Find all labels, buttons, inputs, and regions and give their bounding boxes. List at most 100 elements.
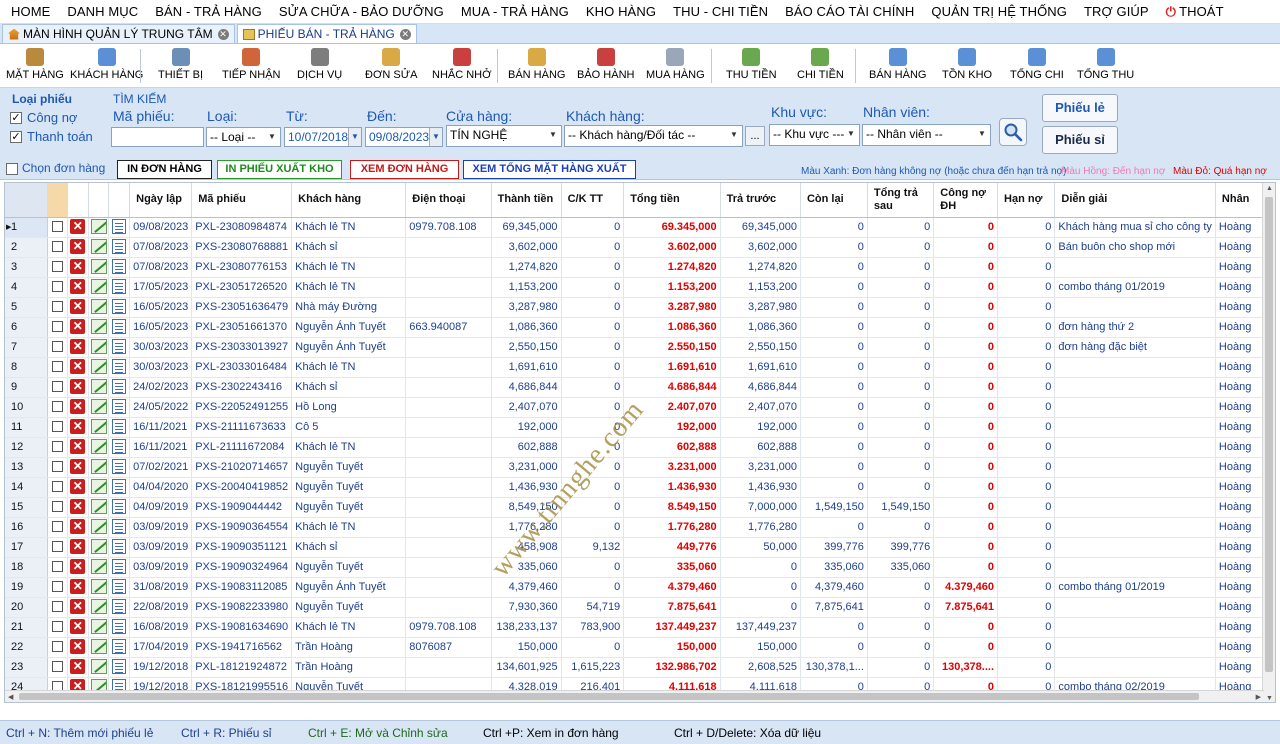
cell-han-no[interactable]: 0: [997, 357, 1056, 378]
cell-khach-hang[interactable]: Khách sỉ: [291, 237, 407, 258]
cell-ngay-lap[interactable]: 17/04/2019: [129, 637, 193, 658]
cell-tong-tra-sau[interactable]: 0: [867, 437, 935, 458]
menu-thoat[interactable]: ⏻ THOÁT: [1158, 4, 1232, 20]
cell-cong-no-dh[interactable]: 0: [933, 517, 999, 538]
delete-icon[interactable]: ✕: [70, 499, 86, 515]
table-row[interactable]: 4 ✕ 17/05/2023 PXL-23051726520 Khách lẻ TN 1,…: [5, 277, 1275, 298]
cell-ngay-lap[interactable]: 30/03/2023: [129, 337, 193, 358]
row-select-checkbox[interactable]: [52, 401, 64, 413]
horizontal-scrollbar[interactable]: ◀ ▶: [5, 690, 1264, 702]
detail-icon-cell[interactable]: [108, 597, 131, 618]
detail-icon[interactable]: [112, 239, 127, 255]
edit-icon-cell[interactable]: [88, 237, 110, 258]
row-number[interactable]: 15: [5, 497, 49, 518]
cell-dien-giai[interactable]: [1054, 377, 1216, 398]
cell-ma-phieu[interactable]: PXS-19082233980: [191, 597, 293, 618]
detail-icon[interactable]: [112, 259, 127, 275]
cell-dien-thoai[interactable]: 8076087: [405, 637, 492, 658]
cell-ngay-lap[interactable]: 16/05/2023: [129, 297, 193, 318]
cell-thanh-tien[interactable]: 3,287,980: [491, 297, 562, 318]
cell-han-no[interactable]: 0: [997, 617, 1056, 638]
header-tra-truoc[interactable]: Trả trước: [720, 183, 801, 218]
cell-dien-thoai[interactable]: [405, 297, 492, 318]
cell-dien-giai[interactable]: [1054, 257, 1216, 278]
edit-icon[interactable]: [90, 419, 107, 435]
delete-icon-cell[interactable]: ✕: [67, 457, 89, 478]
cell-tong-tra-sau[interactable]: 0: [867, 217, 935, 238]
detail-icon[interactable]: [112, 399, 127, 415]
cell-dien-giai[interactable]: Bán buôn cho shop mới: [1054, 237, 1216, 258]
cell-khach-hang[interactable]: Nguyễn Tuyết: [291, 597, 407, 618]
cell-con-lai[interactable]: 335,060: [800, 557, 868, 578]
cell-dien-thoai[interactable]: [405, 557, 492, 578]
toolbar-tong-chi-button[interactable]: TỔNG CHI: [1010, 48, 1064, 86]
edit-icon[interactable]: [90, 439, 107, 455]
cell-dien-giai[interactable]: combo tháng 01/2019: [1054, 277, 1216, 298]
table-row[interactable]: 2 ✕ 07/08/2023 PXS-23080768881 Khách sỉ 3,602…: [5, 237, 1275, 258]
delete-icon[interactable]: ✕: [70, 359, 86, 375]
cell-ck-tt[interactable]: 0: [561, 257, 625, 278]
cell-cong-no-dh[interactable]: 0: [933, 417, 999, 438]
cell-ngay-lap[interactable]: 07/08/2023: [129, 257, 193, 278]
cell-ck-tt[interactable]: 0: [561, 317, 625, 338]
cell-ma-phieu[interactable]: PXS-19090364554: [191, 517, 293, 538]
header-con-lai[interactable]: Còn lại: [800, 183, 868, 218]
cell-khach-hang[interactable]: Nhà máy Đường: [291, 297, 407, 318]
edit-icon[interactable]: [90, 599, 107, 615]
cell-ngay-lap[interactable]: 03/09/2019: [129, 537, 193, 558]
cell-tong-tien[interactable]: 1.436,930: [623, 477, 721, 498]
cell-khach-hang[interactable]: Khách lẻ TN: [291, 257, 407, 278]
row-select-checkbox-cell[interactable]: [47, 477, 68, 498]
row-select-checkbox[interactable]: [52, 261, 64, 273]
detail-icon-cell[interactable]: [108, 377, 131, 398]
detail-icon[interactable]: [112, 659, 127, 675]
cell-ck-tt[interactable]: 0: [561, 637, 625, 658]
row-select-checkbox[interactable]: [52, 521, 64, 533]
detail-icon[interactable]: [112, 379, 127, 395]
khu-vuc-select[interactable]: -- Khu vực --- ▼: [769, 124, 860, 146]
cell-dien-giai[interactable]: đơn hàng đặc biệt: [1054, 337, 1216, 358]
detail-icon[interactable]: [112, 419, 127, 435]
cell-han-no[interactable]: 0: [997, 397, 1056, 418]
cell-dien-thoai[interactable]: [405, 577, 492, 598]
toolbar-dich-vu-button[interactable]: DỊCH VỤ: [297, 48, 342, 86]
row-number[interactable]: 3: [5, 257, 49, 278]
detail-icon[interactable]: [112, 459, 127, 475]
cell-cong-no-dh[interactable]: 0: [933, 237, 999, 258]
cell-tong-tien[interactable]: 137.449,237: [623, 617, 721, 638]
detail-icon[interactable]: [112, 479, 127, 495]
cell-dien-thoai[interactable]: [405, 437, 492, 458]
cell-thanh-tien[interactable]: 69,345,000: [491, 217, 562, 238]
cell-han-no[interactable]: 0: [997, 637, 1056, 658]
row-select-checkbox-cell[interactable]: [47, 597, 68, 618]
delete-icon[interactable]: ✕: [70, 519, 86, 535]
cell-tra-truoc[interactable]: 7,000,000: [720, 497, 801, 518]
cell-dien-thoai[interactable]: 663.940087: [405, 317, 492, 338]
cell-han-no[interactable]: 0: [997, 237, 1056, 258]
cell-tra-truoc[interactable]: 2,550,150: [720, 337, 801, 358]
row-number[interactable]: 20: [5, 597, 49, 618]
cell-ma-phieu[interactable]: PXS-19090324964: [191, 557, 293, 578]
cell-con-lai[interactable]: 0: [800, 257, 868, 278]
edit-icon-cell[interactable]: [88, 297, 110, 318]
delete-icon-cell[interactable]: ✕: [67, 417, 89, 438]
cell-dien-giai[interactable]: [1054, 417, 1216, 438]
cell-tong-tra-sau[interactable]: 0: [867, 417, 935, 438]
cell-tong-tra-sau[interactable]: 0: [867, 477, 935, 498]
cell-khach-hang[interactable]: Khách lẻ TN: [291, 277, 407, 298]
cell-ck-tt[interactable]: 0: [561, 557, 625, 578]
toolbar-report-ban-hang-button[interactable]: BÁN HÀNG: [869, 48, 926, 86]
search-button[interactable]: [999, 118, 1027, 146]
cell-dien-thoai[interactable]: [405, 337, 492, 358]
toolbar-mat-hang-button[interactable]: MẶT HÀNG: [6, 48, 64, 86]
edit-icon-cell[interactable]: [88, 357, 110, 378]
row-select-checkbox-cell[interactable]: [47, 497, 68, 518]
row-number[interactable]: 7: [5, 337, 49, 358]
cell-con-lai[interactable]: 0: [800, 517, 868, 538]
delete-icon-cell[interactable]: ✕: [67, 637, 89, 658]
cell-ma-phieu[interactable]: PXL-21111672084: [191, 437, 293, 458]
menu-bao-cao[interactable]: BÁO CÁO TÀI CHÍNH: [777, 4, 922, 19]
delete-icon-cell[interactable]: ✕: [67, 657, 89, 678]
cell-tong-tra-sau[interactable]: 0: [867, 377, 935, 398]
detail-icon[interactable]: [112, 499, 127, 515]
